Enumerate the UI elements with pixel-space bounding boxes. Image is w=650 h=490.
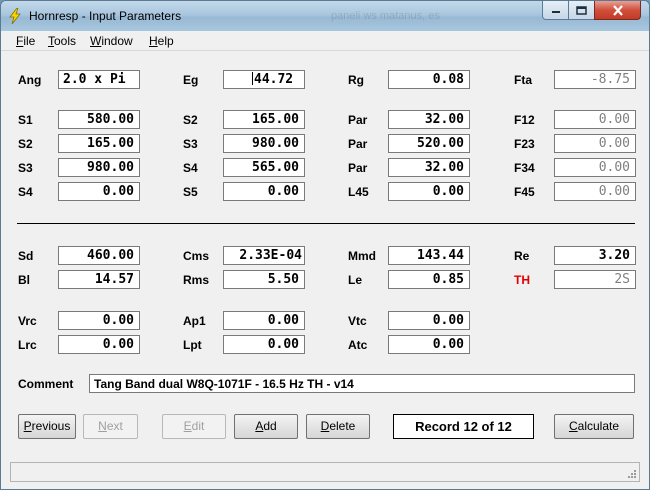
label-f45: F45: [514, 185, 535, 199]
minimize-icon: [551, 11, 560, 13]
label-lrc: Lrc: [18, 338, 37, 352]
label-mmd: Mmd: [348, 249, 376, 263]
label-s4-top: S4: [183, 161, 198, 175]
edit-button[interactable]: Edit: [162, 414, 226, 439]
section-divider: [17, 223, 635, 224]
add-button[interactable]: Add: [234, 414, 298, 439]
window-title: Hornresp - Input Parameters: [29, 9, 182, 23]
label-par-2: Par: [348, 137, 368, 151]
hornresp-window: Hornresp - Input Parameters paneli ws ma…: [0, 0, 650, 490]
text-cursor: [252, 72, 253, 85]
maximize-button[interactable]: [568, 1, 595, 20]
label-f34: F34: [514, 161, 535, 175]
field-s4[interactable]: 0.00: [58, 182, 140, 201]
field-s1[interactable]: 580.00: [58, 110, 140, 129]
calculate-button[interactable]: Calculate: [554, 414, 634, 439]
field-s5[interactable]: 0.00: [223, 182, 305, 201]
label-ang: Ang: [18, 73, 42, 87]
field-s3-top[interactable]: 980.00: [223, 134, 305, 153]
minimize-button[interactable]: [542, 1, 569, 20]
label-par-1: Par: [348, 113, 368, 127]
field-s3[interactable]: 980.00: [58, 158, 140, 177]
field-ap1[interactable]: 0.00: [223, 311, 305, 330]
close-button[interactable]: [594, 1, 641, 20]
label-vtc: Vtc: [348, 314, 367, 328]
label-s3-top: S3: [183, 137, 198, 151]
field-par-3[interactable]: 32.00: [388, 158, 470, 177]
field-sd[interactable]: 460.00: [58, 246, 140, 265]
field-f12: 0.00: [554, 110, 636, 129]
field-ang[interactable]: 2.0 x Pi: [58, 70, 140, 89]
field-par-2[interactable]: 520.00: [388, 134, 470, 153]
label-f23: F23: [514, 137, 535, 151]
label-s5: S5: [183, 185, 198, 199]
label-s3: S3: [18, 161, 33, 175]
field-lrc[interactable]: 0.00: [58, 335, 140, 354]
resize-grip-icon[interactable]: [627, 469, 637, 479]
field-f34: 0.00: [554, 158, 636, 177]
label-cms: Cms: [183, 249, 210, 263]
title-bar[interactable]: Hornresp - Input Parameters paneli ws ma…: [1, 1, 649, 31]
label-s4: S4: [18, 185, 33, 199]
field-mmd[interactable]: 143.44: [388, 246, 470, 265]
label-l45: L45: [348, 185, 369, 199]
previous-button[interactable]: Previous: [18, 414, 76, 439]
label-comment: Comment: [18, 377, 74, 391]
field-fta: -8.75: [554, 70, 636, 89]
label-fta: Fta: [514, 73, 532, 87]
field-bl[interactable]: 14.57: [58, 270, 140, 289]
label-bl: Bl: [18, 273, 30, 287]
label-le: Le: [348, 273, 363, 287]
label-th[interactable]: TH: [514, 273, 530, 287]
label-re: Re: [514, 249, 530, 263]
menu-window[interactable]: Window: [90, 34, 133, 48]
label-eg: Eg: [183, 73, 199, 87]
field-eg-value: 44.72: [254, 72, 294, 87]
label-par-3: Par: [348, 161, 368, 175]
record-indicator: Record 12 of 12: [393, 414, 534, 439]
menu-file[interactable]: File: [16, 34, 35, 48]
menu-bar: File Tools Window Help: [1, 31, 649, 51]
field-lpt[interactable]: 0.00: [223, 335, 305, 354]
label-ap1: Ap1: [183, 314, 206, 328]
field-eg[interactable]: 44.72: [223, 70, 305, 89]
status-bar: [10, 462, 640, 482]
delete-button[interactable]: Delete: [306, 414, 370, 439]
label-vrc: Vrc: [18, 314, 37, 328]
label-s2: S2: [18, 137, 33, 151]
label-rg: Rg: [348, 73, 364, 87]
input-parameters-panel: Ang 2.0 x Pi Eg 44.72 Rg 0.08 Fta -8.75 …: [1, 52, 649, 457]
background-window-title: paneli ws matanus, es: [331, 10, 440, 22]
field-rms[interactable]: 5.50: [223, 270, 305, 289]
field-vrc[interactable]: 0.00: [58, 311, 140, 330]
field-comment[interactable]: Tang Band dual W8Q-1071F - 16.5 Hz TH - …: [89, 374, 635, 393]
field-l45[interactable]: 0.00: [388, 182, 470, 201]
close-icon: [612, 4, 623, 16]
field-s2[interactable]: 165.00: [58, 134, 140, 153]
field-le[interactable]: 0.85: [388, 270, 470, 289]
label-s2-top: S2: [183, 113, 198, 127]
label-f12: F12: [514, 113, 535, 127]
menu-tools[interactable]: Tools: [48, 34, 76, 48]
label-lpt: Lpt: [183, 338, 202, 352]
menu-help[interactable]: Help: [149, 34, 174, 48]
field-cms[interactable]: 2.33E-04: [223, 246, 305, 265]
label-atc: Atc: [348, 338, 368, 352]
label-sd: Sd: [18, 249, 34, 263]
field-par-1[interactable]: 32.00: [388, 110, 470, 129]
label-rms: Rms: [183, 273, 210, 287]
field-vtc[interactable]: 0.00: [388, 311, 470, 330]
field-rg[interactable]: 0.08: [388, 70, 470, 89]
maximize-icon: [576, 5, 587, 15]
label-s1: S1: [18, 113, 33, 127]
field-f23: 0.00: [554, 134, 636, 153]
next-button[interactable]: Next: [83, 414, 138, 439]
field-s2-top[interactable]: 165.00: [223, 110, 305, 129]
field-f45: 0.00: [554, 182, 636, 201]
field-th: 2S: [554, 270, 636, 289]
field-atc[interactable]: 0.00: [388, 335, 470, 354]
field-s4-top[interactable]: 565.00: [223, 158, 305, 177]
lightning-bolt-icon: [9, 8, 21, 24]
field-re[interactable]: 3.20: [554, 246, 636, 265]
